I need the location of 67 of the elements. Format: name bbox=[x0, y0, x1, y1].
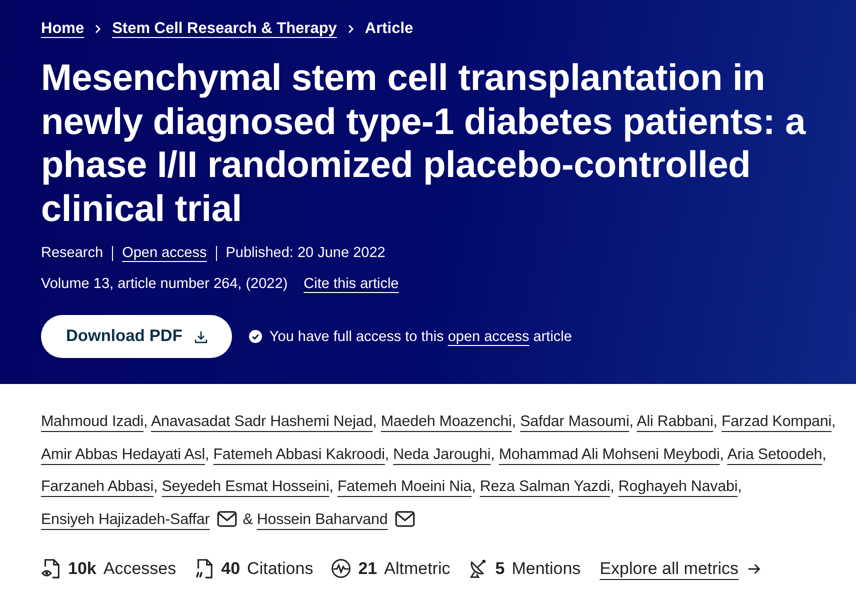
arrow-right-icon bbox=[746, 562, 761, 576]
author-link[interactable]: Fatemeh Moeini Nia bbox=[337, 478, 472, 495]
author-link[interactable]: Hossein Baharvand bbox=[256, 510, 388, 528]
separator-text: , bbox=[610, 478, 614, 495]
author-link[interactable]: Anavasadat Sadr Hashemi Nejad bbox=[150, 413, 373, 430]
document-eye-icon bbox=[41, 558, 61, 579]
author-link[interactable]: Ali Rabbani bbox=[636, 413, 714, 430]
separator-text: , bbox=[512, 413, 516, 430]
chevron-right-icon bbox=[94, 24, 102, 34]
author-link[interactable]: Neda Jaroughi bbox=[393, 446, 491, 462]
metric-label: Accesses bbox=[103, 558, 176, 578]
author-link[interactable]: Amir Abbas Hedayati Asl bbox=[41, 446, 205, 462]
author-link[interactable]: Mahmoud Izadi bbox=[41, 413, 144, 430]
separator-text: , bbox=[738, 478, 742, 495]
cite-article-link[interactable]: Cite this article bbox=[304, 273, 399, 295]
document-quote-icon bbox=[194, 558, 214, 579]
author-link[interactable]: Maedeh Moazenchi bbox=[380, 413, 512, 430]
author-link[interactable]: Roghayeh Navabi bbox=[618, 478, 738, 495]
satellite-dish-icon bbox=[468, 558, 488, 579]
author-link[interactable]: Farzaneh Abbasi bbox=[41, 478, 154, 495]
download-icon bbox=[194, 330, 208, 344]
article-title: Mesenchymal stem cell transplantation in newly diagnosed type-1 diabetes patients: a phase I/II randomized placebo-controlled clinical trial bbox=[41, 56, 807, 230]
author-link[interactable]: Reza Salman Yazdi bbox=[480, 478, 610, 495]
metric-count: 10k bbox=[68, 558, 96, 578]
author-link[interactable]: Mohammad Ali Mohseni Meybodi bbox=[498, 446, 720, 462]
separator-text: , bbox=[832, 413, 836, 430]
author-link[interactable]: Farzad Kompani bbox=[722, 413, 832, 430]
breadcrumb-link[interactable]: Stem Cell Research & Therapy bbox=[112, 18, 337, 40]
pulse-circle-icon bbox=[331, 558, 352, 579]
author-link[interactable]: Ensiyeh Hajizadeh-Saffar bbox=[41, 510, 210, 528]
separator-text: , bbox=[205, 446, 210, 462]
metric-count: 21 bbox=[358, 558, 378, 578]
separator-text: , bbox=[472, 478, 476, 495]
breadcrumb-current: Article bbox=[364, 19, 414, 39]
author-link[interactable]: Aria Setoodeh bbox=[727, 446, 822, 462]
mail-icon[interactable] bbox=[216, 510, 237, 526]
chevron-right-icon bbox=[346, 24, 355, 34]
citation-info: Volume 13, article number 264, (2022) bbox=[41, 275, 288, 294]
explore-metrics-link[interactable]: Explore all metrics bbox=[600, 558, 739, 578]
separator-text: , bbox=[144, 413, 148, 430]
metric-label: Altmetric bbox=[384, 558, 450, 578]
article-type: Research bbox=[41, 244, 104, 263]
metric-label: Citations bbox=[247, 558, 314, 578]
separator-text: , bbox=[329, 478, 334, 495]
author-link[interactable]: Fatemeh Abbasi Kakroodi bbox=[213, 446, 385, 462]
separator-text: , bbox=[490, 446, 495, 462]
open-access-link[interactable]: open access bbox=[448, 328, 530, 344]
separator-text: , bbox=[713, 413, 718, 430]
breadcrumb-link[interactable]: Home bbox=[41, 18, 84, 40]
separator-text: , bbox=[372, 413, 377, 430]
published-date: Published: 20 June 2022 bbox=[226, 244, 386, 263]
author-link[interactable]: Safdar Masoumi bbox=[520, 413, 630, 430]
separator-text: , bbox=[822, 446, 826, 462]
download-pdf-button[interactable]: Download PDF bbox=[41, 315, 232, 358]
author-link[interactable]: Seyedeh Esmat Hosseini bbox=[162, 478, 330, 495]
access-note: You have full access to this open access article bbox=[269, 328, 572, 344]
separator-text: & bbox=[242, 510, 253, 528]
separator-text: , bbox=[153, 478, 158, 495]
metric-count: 40 bbox=[221, 558, 240, 578]
open-access-link[interactable]: Open access bbox=[122, 242, 207, 264]
metric-count: 5 bbox=[495, 558, 505, 578]
separator-text: , bbox=[720, 446, 724, 462]
metric-label: Mentions bbox=[512, 558, 581, 578]
separator-text: , bbox=[629, 413, 634, 430]
check-circle-icon bbox=[249, 330, 262, 343]
separator-text: , bbox=[384, 446, 389, 462]
mail-icon[interactable] bbox=[394, 510, 415, 526]
